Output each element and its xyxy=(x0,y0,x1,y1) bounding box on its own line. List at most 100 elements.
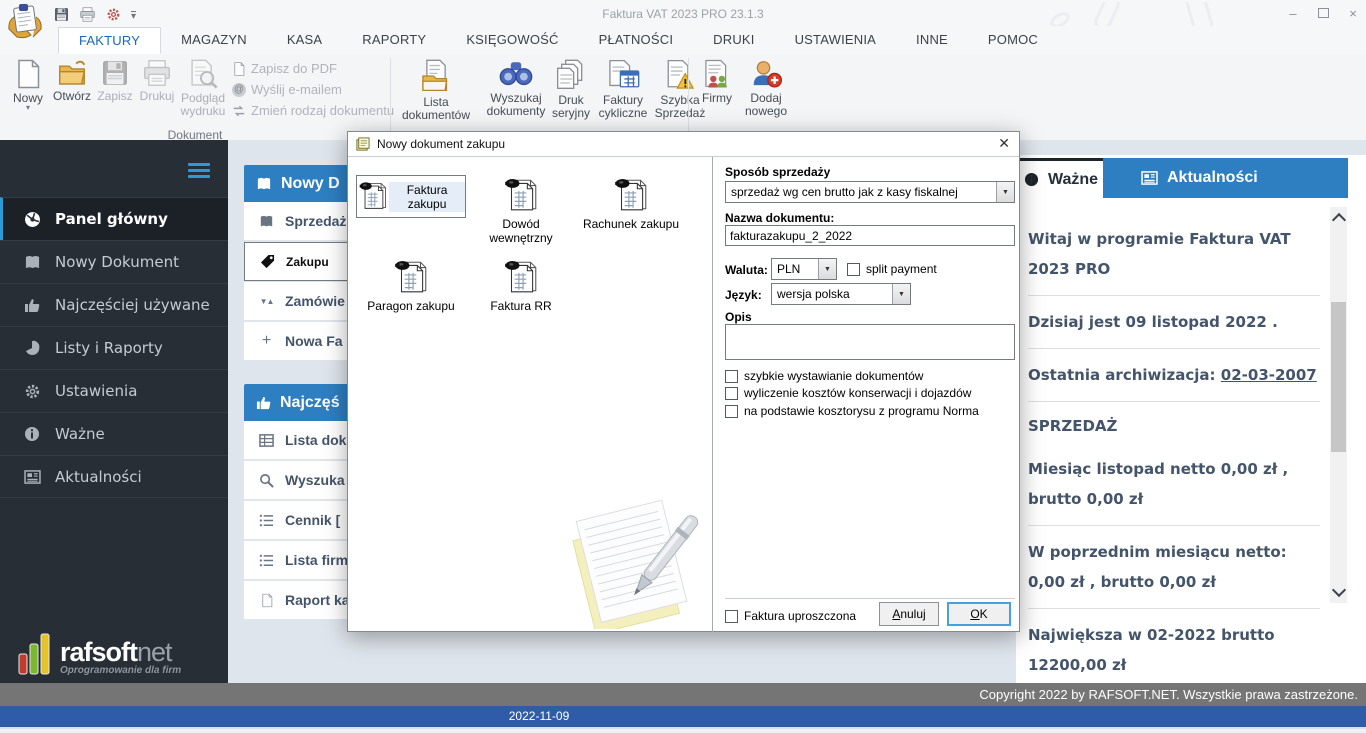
checkbox-icon xyxy=(725,370,738,383)
document-name-label: Nazwa dokumentu: xyxy=(725,211,834,225)
news-icon xyxy=(22,470,42,484)
binoculars-icon xyxy=(499,59,533,89)
row-nowa-faktura[interactable]: + Nowa Fa xyxy=(244,322,364,361)
info-panel: Ważne Aktualności Witaj w programie Fakt… xyxy=(1016,155,1366,683)
tab-magazyn[interactable]: MAGAZYN xyxy=(161,27,267,54)
quick-access-toolbar: ▾ xyxy=(54,5,136,23)
maximize-button[interactable] xyxy=(1310,6,1336,22)
sidebar-item-nowy-dokument[interactable]: Nowy Dokument xyxy=(0,240,228,283)
archive-date-link[interactable]: 02-03-2007 xyxy=(1221,366,1317,384)
app-logo-icon[interactable] xyxy=(6,3,44,39)
sidebar-item-ustawienia[interactable]: Ustawienia xyxy=(0,369,228,412)
sidebar-item-aktualnosci[interactable]: Aktualności xyxy=(0,455,228,498)
tab-ksiegowosc[interactable]: KSIĘGOWOŚĆ xyxy=(446,27,578,54)
open-button[interactable]: Otwórz xyxy=(50,59,94,103)
book-icon xyxy=(258,215,275,228)
print-preview-button[interactable]: Podgląd wydruku xyxy=(178,59,228,118)
document-list-button[interactable]: Lista dokumentów xyxy=(396,59,476,122)
print-icon[interactable] xyxy=(79,7,96,22)
type-paragon-zakupu[interactable]: Paragon zakupu xyxy=(356,257,466,314)
row-sprzedaz[interactable]: Sprzedaż xyxy=(244,202,364,241)
row-lista-firm[interactable]: Lista firm xyxy=(244,541,364,580)
simplified-invoice-checkbox[interactable]: Faktura uproszczona xyxy=(725,609,856,623)
row-raport-kasowy[interactable]: Raport ka xyxy=(244,581,364,620)
scrollbar[interactable] xyxy=(1330,207,1347,603)
calendar-document-icon xyxy=(606,59,640,91)
tab-ustawienia[interactable]: USTAWIENIA xyxy=(775,27,896,54)
status-date: 2022-11-09 xyxy=(459,709,619,723)
email-button[interactable]: @ Wyślij e-mailem xyxy=(232,82,342,97)
tab-pomoc[interactable]: POMOC xyxy=(968,27,1058,54)
document-name-input[interactable] xyxy=(725,225,1015,246)
sidebar-item-listy-i-raporty[interactable]: Listy i Raporty xyxy=(0,326,228,369)
add-contractor-button[interactable]: Dodaj nowego xyxy=(738,59,794,118)
tab-platnosci[interactable]: PŁATNOŚCI xyxy=(579,27,694,54)
hamburger-menu-icon[interactable] xyxy=(188,160,210,181)
row-zamowienia[interactable]: ▼▲ Zamówie xyxy=(244,282,364,321)
row-wyszukaj[interactable]: Wyszuka xyxy=(244,461,364,500)
sidebar-item-najczesciej-uzywane[interactable]: Najczęściej używane xyxy=(0,283,228,326)
save-icon[interactable] xyxy=(54,7,69,22)
person-add-icon xyxy=(750,59,782,89)
type-faktura-rr[interactable]: Faktura RR xyxy=(466,257,576,314)
split-payment-checkbox[interactable]: split payment xyxy=(847,262,937,276)
search-documents-button[interactable]: Wyszukaj dokumenty xyxy=(478,59,554,118)
row-lista-dokumentow[interactable]: Lista dok xyxy=(244,421,364,460)
tab-kasa[interactable]: KASA xyxy=(267,27,342,54)
currency-select[interactable]: PLN▼ xyxy=(771,258,837,280)
option-norma-estimate[interactable]: na podstawie kosztorysu z programu Norma xyxy=(725,404,979,418)
dialog-titlebar[interactable]: Nowy dokument zakupu ✕ xyxy=(348,132,1019,157)
tag-icon xyxy=(259,254,276,269)
type-rachunek-zakupu[interactable]: Rachunek zakupu xyxy=(576,175,686,232)
scroll-down-icon[interactable] xyxy=(1332,583,1346,597)
type-dowod-wewnetrzny[interactable]: Dowód wewnętrzny xyxy=(466,175,576,246)
row-cennik[interactable]: Cennik [ xyxy=(244,501,364,540)
tab-faktury[interactable]: FAKTURY xyxy=(58,27,161,54)
info-icon xyxy=(1024,172,1039,187)
email-icon: @ xyxy=(232,83,246,97)
serial-print-button[interactable]: Druk seryjny xyxy=(548,59,594,120)
tab-aktualnosci[interactable]: Aktualności xyxy=(1103,158,1348,198)
scrollbar-thumb[interactable] xyxy=(1331,302,1346,452)
save-pdf-button[interactable]: Zapisz do PDF xyxy=(232,61,337,76)
checkbox-icon xyxy=(725,387,738,400)
ok-button[interactable]: OK xyxy=(947,602,1011,626)
option-quick-documents[interactable]: szybkie wystawianie dokumentów xyxy=(725,369,923,383)
list-icon xyxy=(258,553,275,568)
copies-icon xyxy=(555,59,587,91)
sale-method-select[interactable]: sprzedaż wg cen brutto jak z kasy fiskal… xyxy=(725,181,1015,203)
tab-inne[interactable]: INNE xyxy=(896,27,968,54)
settings-icon[interactable] xyxy=(106,7,121,22)
sales-header: SPRZEDAŻ xyxy=(1028,402,1320,443)
type-faktura-zakupu[interactable]: Faktura zakupu xyxy=(356,175,466,218)
cyclic-invoices-button[interactable]: Faktury cykliczne xyxy=(592,59,654,120)
close-button[interactable]: × xyxy=(1340,6,1366,22)
cancel-button[interactable]: Anuluj xyxy=(879,602,939,626)
info-list: Witaj w programie Faktura VAT 2023 PRO D… xyxy=(1028,213,1320,733)
sidebar-item-panel-glowny[interactable]: Panel główny xyxy=(0,197,228,240)
new-button[interactable]: Nowy▾ xyxy=(6,59,50,111)
option-maintenance-costs[interactable]: wyliczenie kosztów konserwacji i dojazdó… xyxy=(725,386,971,400)
language-label: Język: xyxy=(725,288,762,302)
description-textarea[interactable] xyxy=(725,324,1015,360)
tab-raporty[interactable]: RAPORTY xyxy=(342,27,446,54)
scroll-up-icon[interactable] xyxy=(1332,213,1346,227)
today-message: Dzisiaj jest 09 listopad 2022 . xyxy=(1028,296,1320,349)
language-select[interactable]: wersja polska▼ xyxy=(771,283,911,305)
companies-button[interactable]: Firmy xyxy=(694,59,740,105)
news-icon xyxy=(1141,171,1158,185)
gears-icon xyxy=(22,383,42,400)
copyright-text: Copyright 2022 by RAFSOFT.NET. Wszystkie… xyxy=(979,687,1358,702)
save-button[interactable]: Zapisz xyxy=(94,59,136,103)
change-doc-type-button[interactable]: Zmień rodzaj dokumentu xyxy=(232,103,394,118)
print-button[interactable]: Drukuj xyxy=(136,59,178,103)
tab-druki[interactable]: DRUKI xyxy=(693,27,774,54)
dialog-form: Sposób sprzedaży sprzedaż wg cen brutto … xyxy=(723,157,1021,632)
dialog-type-panel: Faktura zakupu Dowód wewnętrzny Rachunek… xyxy=(348,157,713,632)
tab-wazne[interactable]: Ważne xyxy=(1016,158,1103,198)
sidebar-item-wazne[interactable]: Ważne xyxy=(0,412,228,455)
dialog-nowy-dokument-zakupu: Nowy dokument zakupu ✕ Faktura zakupu Do… xyxy=(347,131,1020,632)
minimize-button[interactable]: – xyxy=(1280,6,1306,22)
row-zakupu[interactable]: Zakupu xyxy=(244,242,364,281)
dialog-close-icon[interactable]: ✕ xyxy=(998,135,1010,152)
